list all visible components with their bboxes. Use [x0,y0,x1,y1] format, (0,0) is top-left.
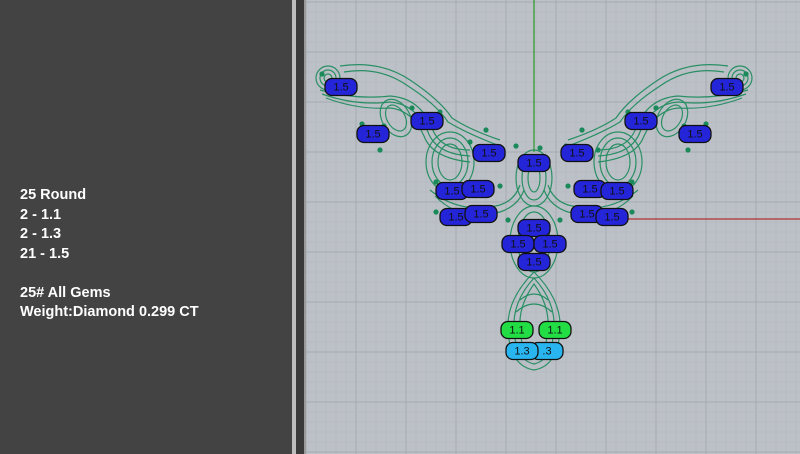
stone-size-text: 1.5 [582,184,597,196]
stone-size-text: 1.5 [542,239,557,251]
prong-dot [653,105,659,111]
stone-size-text: 1.5 [604,212,619,224]
stone-size-text: 1.1 [509,325,524,337]
stone-label-large[interactable]: 1.5 [600,181,634,201]
prong-dot [433,179,439,185]
stone-size-text: 1.5 [510,239,525,251]
stone-size-text: 1.5 [687,129,702,141]
stone-size-text: 1.5 [526,257,541,269]
stone-label-small[interactable]: 1.1 [500,320,534,340]
total-stones-text: 25 Round [20,187,87,203]
stone-label-large[interactable]: 1.5 [517,218,551,238]
stone-label-large[interactable]: 1.5 [501,234,535,254]
stone-size-text: 1.5 [473,209,488,221]
prong-dot [513,143,519,149]
prong-dot [483,127,489,133]
stone-size-text: 1.5 [444,186,459,198]
stone-size-text: 1.5 [333,82,348,94]
stone-label-small[interactable]: 1.1 [538,320,572,340]
prong-dot [433,209,439,215]
construction-grid [306,0,800,454]
prong-dot [497,183,503,189]
viewport-canvas[interactable]: 1.5 1.51.51.51.51.51.51.51.51.5 1.5 1.5 1.51… [306,0,800,454]
stone-size-text: 1.5 [526,223,541,235]
prong-dot [557,217,563,223]
prong-dot [467,139,473,145]
all-gems-text: 25# All Gems [20,284,111,301]
info-panel: 25 Round 2 - 1.1 2 - 1.3 21 - 1.5 25# Al… [0,0,292,454]
stone-label-large[interactable]: 1.5 [324,77,358,97]
stone-label-large[interactable]: 1.5 [410,111,444,131]
prong-dot [409,105,415,111]
stone-size-text: 1.5 [609,186,624,198]
stone-size-text: 1.1 [547,325,562,337]
stone-label-large[interactable]: 1.5 [472,143,506,163]
stone-label-large[interactable]: 1.5 [464,204,498,224]
weight-text: Weight:Diamond 0.299 CT [20,304,199,320]
stone-size-text: 1.5 [365,129,380,141]
cad-window: 25 Round 2 - 1.1 2 - 1.3 21 - 1.5 25# Al… [0,0,800,454]
stone-size-text: 1.3 [514,346,529,358]
stone-size-text: 1.5 [526,158,541,170]
prong-dot [377,147,383,153]
gem-summary: 25 Round 2 - 1.1 2 - 1.3 21 - 1.5 25# Al… [20,186,199,323]
stone-label-large[interactable]: 1.5 [356,124,390,144]
stone-label-large[interactable]: 1.5 [517,252,551,272]
stone-size-text: 1.5 [470,184,485,196]
prong-dot [537,145,543,151]
prong-dot [685,147,691,153]
stone-label-large[interactable]: 1.5 [678,124,712,144]
stone-label-large[interactable]: 1.5 [710,77,744,97]
stone-label-large[interactable]: 1.5 [560,143,594,163]
stone-label-medium[interactable]: 1.3 [505,341,539,361]
stone-size-text: 1.5 [719,82,734,94]
prong-dot [595,147,601,153]
count-1-1-text: 2 - 1.1 [20,206,62,223]
count-1-3-text: 2 - 1.3 [20,226,62,242]
stone-label-large[interactable]: 1.5 [461,179,495,199]
stone-size-text: 1.5 [633,116,648,128]
stone-label-large[interactable]: 1.5 [624,111,658,131]
prong-dot [743,71,749,77]
stone-size-text: 1.5 [419,116,434,128]
panel-splitter[interactable] [296,0,304,454]
prong-dot [629,209,635,215]
prong-dot [505,217,511,223]
stone-size-text: 1.5 [569,148,584,160]
stone-label-large[interactable]: 1.5 [517,153,551,173]
prong-dot [565,183,571,189]
stone-label-large[interactable]: 1.5 [533,234,567,254]
stone-size-text: 1.5 [579,209,594,221]
stone-size-text: .3 [542,346,551,358]
count-1-5-text: 21 - 1.5 [20,245,70,262]
prong-dot [319,71,325,77]
stone-label-large[interactable]: 1.5 [595,207,629,227]
stone-size-text: 1.5 [481,148,496,160]
3d-viewport[interactable]: 1.5 1.5 1.5 1.5 1.5 1.5 1.5 1.5 1.5 1.5 1.5 1.5 1.5 1… [306,0,800,454]
stone-size-text: 1.5 [448,212,463,224]
prong-dot [579,127,585,133]
